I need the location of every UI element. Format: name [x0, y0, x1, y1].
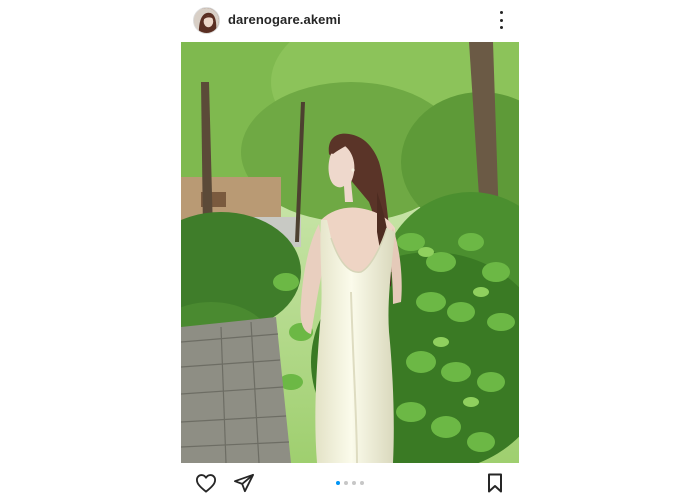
instagram-post: darenogare.akemi [181, 0, 519, 500]
carousel-indicator [336, 481, 364, 485]
avatar[interactable] [193, 7, 220, 34]
more-options-icon[interactable] [495, 11, 507, 29]
post-photo[interactable] [181, 42, 519, 463]
heart-icon[interactable] [195, 473, 217, 498]
post-actions [181, 463, 519, 500]
paper-plane-icon[interactable] [233, 473, 255, 498]
username[interactable]: darenogare.akemi [228, 12, 341, 27]
carousel-dot [360, 481, 364, 485]
bookmark-icon[interactable] [487, 473, 503, 498]
carousel-dot [344, 481, 348, 485]
post-header: darenogare.akemi [181, 0, 519, 42]
carousel-dot [352, 481, 356, 485]
carousel-dot-active [336, 481, 340, 485]
